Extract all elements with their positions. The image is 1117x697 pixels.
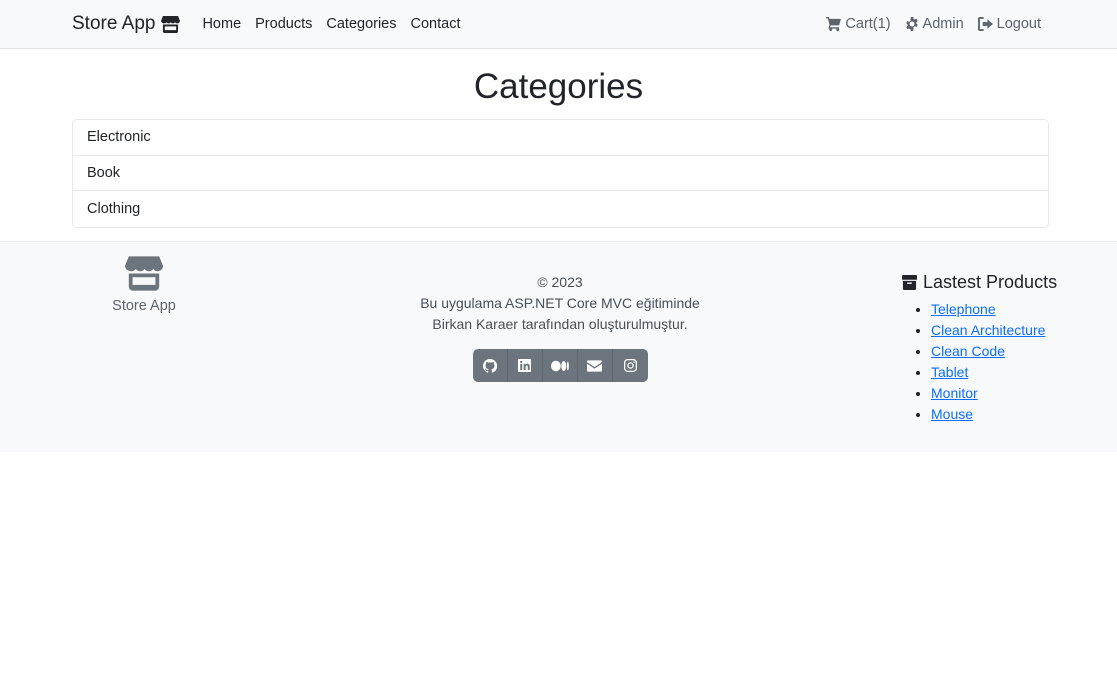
brand-link[interactable]: Store App [72,13,181,35]
nav-categories[interactable]: Categories [326,16,396,32]
category-item-electronic[interactable]: Electronic [73,120,1048,156]
cart-label: Cart(1) [845,16,891,32]
page-title: Categories [473,67,644,106]
navbar: Store App Home Products Categories Conta… [0,0,1117,49]
product-link-clean-code[interactable]: Clean Code [931,343,1005,359]
store-icon [161,15,181,33]
github-icon [482,358,497,373]
product-link-monitor[interactable]: Monitor [931,385,978,401]
social-button-group [472,349,648,382]
footer-brand-label: Store App [112,298,176,314]
list-item: Mouse [931,404,1057,425]
nav-products[interactable]: Products [255,16,312,32]
medium-icon [550,360,569,371]
list-item: Telephone [931,299,1057,320]
nav-home[interactable]: Home [202,16,241,32]
category-item-clothing[interactable]: Clothing [73,191,1048,227]
latest-products-list: Telephone Clean Architecture Clean Code … [902,299,1057,425]
store-icon [125,256,163,291]
latest-products: Lastest Products Telephone Clean Archite… [902,272,1057,425]
category-list: Electronic Book Clothing [72,119,1049,228]
instagram-button[interactable] [613,349,648,382]
box-icon [902,275,917,290]
latest-products-title: Lastest Products [923,272,1058,292]
admin-label: Admin [922,16,964,32]
admin-link[interactable]: Admin [905,16,964,32]
nav-contact[interactable]: Contact [411,16,461,32]
list-item: Clean Code [931,341,1057,362]
logout-link[interactable]: Logout [977,16,1041,32]
product-link-mouse[interactable]: Mouse [931,406,973,422]
linkedin-icon [518,359,531,372]
gear-icon [905,17,918,31]
email-button[interactable] [578,349,613,382]
nav-links: Home Products Categories Contact [202,16,460,32]
footer-brand: Store App [100,256,188,314]
footer-line-2: Birkan Karaer tarafından oluşturulmuştur… [432,316,688,332]
envelope-icon [587,359,602,372]
brand-label: Store App [72,13,156,34]
github-button[interactable] [473,349,508,382]
logout-icon [977,17,993,31]
category-item-book[interactable]: Book [73,156,1048,191]
instagram-icon [623,359,637,372]
footer-info: © 2023 Bu uygulama ASP.NET Core MVC eğit… [360,272,760,382]
product-link-telephone[interactable]: Telephone [931,301,996,317]
medium-button[interactable] [543,349,578,382]
cart-link[interactable]: Cart(1) [826,16,891,32]
footer: Store App © 2023 Bu uygulama ASP.NET Cor… [0,241,1117,452]
list-item: Tablet [931,362,1057,383]
logout-label: Logout [996,16,1041,32]
product-link-tablet[interactable]: Tablet [931,364,968,380]
linkedin-button[interactable] [508,349,543,382]
cart-icon [826,17,842,31]
footer-line-1: Bu uygulama ASP.NET Core MVC eğitiminde [420,295,700,311]
product-link-clean-architecture[interactable]: Clean Architecture [931,322,1045,338]
copyright: © 2023 [537,274,583,290]
list-item: Clean Architecture [931,320,1057,341]
list-item: Monitor [931,383,1057,404]
